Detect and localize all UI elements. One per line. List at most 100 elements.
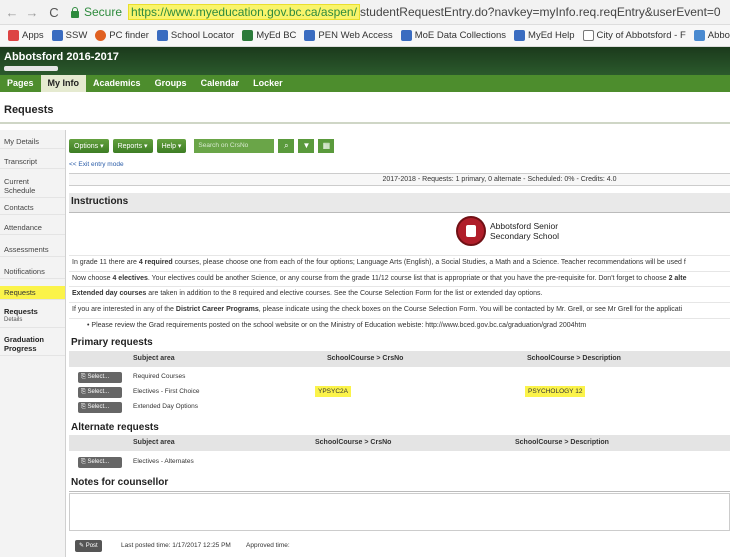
course-description: PSYCHOLOGY 12 [525,386,586,397]
sidebar-item-assessments[interactable]: Assessments [0,243,65,257]
select-button[interactable]: ⎘ Select... [78,457,122,468]
bookmark-abbotsford-senior[interactable]: Abbotsford Senic [693,30,730,41]
bookmark-myed-bc[interactable]: MyEd BC [242,30,296,41]
reload-button[interactable]: C [46,5,62,20]
bookmark-city-abbotsford[interactable]: City of Abbotsford - F [582,30,686,41]
instruction-required: In grade 11 there are 4 required courses… [69,255,730,270]
notes-textarea[interactable] [69,493,730,531]
sidebar-item-notifications[interactable]: Notifications [0,265,65,279]
cloud-icon [400,30,412,41]
logo-line-2: Secondary School [490,231,559,241]
table-row: ⎘ Select... Electives - Alternates [69,456,730,469]
bookmark-pc-finder[interactable]: PC finder [95,30,149,41]
logo-line-1: Abbotsford Senior [490,221,559,231]
notes-heading: Notes for counsellor [69,474,730,492]
site-icon [693,30,705,41]
sidebar-item-attendance[interactable]: Attendance [0,221,65,235]
school-year-title: Abbotsford 2016-2017 [4,51,119,63]
bookmark-pen-web-access[interactable]: PEN Web Access [304,30,393,41]
primary-requests-heading: Primary requests [69,334,730,352]
bookmark-myed-help[interactable]: MyEd Help [514,30,575,41]
search-input[interactable]: Search on CrsNo [194,139,275,153]
bookmark-apps[interactable]: Apps [8,30,44,41]
col-subject-area: Subject area [133,439,175,446]
col-description: SchoolCourse > Description [527,355,621,362]
tab-locker[interactable]: Locker [246,75,290,92]
last-posted-time: Last posted time: 1/17/2017 12:25 PM [121,542,231,549]
tab-academics[interactable]: Academics [86,75,148,92]
forward-button[interactable]: → [24,5,40,20]
globe-icon [156,30,168,41]
search-icon[interactable]: ⌕ [278,139,295,153]
select-button[interactable]: ⎘ Select... [78,402,122,413]
title-divider [0,122,730,124]
url-highlighted: https://www.myeducation.gov.bc.ca/aspen/ [128,4,360,20]
instruction-extended-day: Extended day courses are taken in additi… [69,286,730,301]
app-header: Abbotsford 2016-2017 [0,47,730,75]
tab-pages[interactable]: Pages [0,75,41,92]
sidebar-item-graduation-progress[interactable]: Graduation Progress [0,333,65,356]
reports-menu-button[interactable]: Reports ▾ [112,139,153,153]
cloud-icon [304,30,316,41]
sidebar: My Details Transcript Current Schedule C… [0,130,66,557]
lock-icon [70,6,80,18]
instructions-heading: Instructions [69,193,730,213]
col-crsno: SchoolCourse > CrsNo [315,439,392,446]
filter-icon[interactable]: ▼ [298,139,315,153]
folder-icon [51,30,63,41]
sidebar-item-my-details[interactable]: My Details [0,135,65,149]
grid-view-icon[interactable]: ▦ [318,139,335,153]
table-row: ⎘ Select... Extended Day Options [69,401,730,414]
sidebar-item-requests-details[interactable]: Requests Details [0,305,65,328]
sidebar-item-transcript[interactable]: Transcript [0,155,65,169]
tab-groups[interactable]: Groups [148,75,194,92]
approved-time: Approved time: [246,542,290,549]
apps-grid-icon [8,30,19,41]
sidebar-item-sublabel: Details [4,317,23,323]
notes-footer: ✎ Post Last posted time: 1/17/2017 12:25… [69,538,730,554]
col-crsno: SchoolCourse > CrsNo [327,355,404,362]
col-subject-area: Subject area [133,355,175,362]
instruction-grad-requirements: • Please review the Grad requirements po… [69,318,730,333]
tab-calendar[interactable]: Calendar [194,75,247,92]
myed-icon [242,30,254,41]
instruction-career-programs: If you are interested in any of the Dist… [69,302,730,317]
cloud-icon [514,30,526,41]
main-content: Options ▾ Reports ▾ Help ▾ Search on Crs… [66,130,730,557]
table-row: ⎘ Select... Required Courses [69,371,730,384]
address-field[interactable]: Secure https://www.myeducation.gov.bc.ca… [70,3,721,22]
page-title: Requests [4,104,54,116]
bookmark-school-locator[interactable]: School Locator [156,30,234,41]
instruction-electives: Now choose 4 electives. Your electives c… [69,271,730,286]
url-path: studentRequestEntry.do?navkey=myInfo.req… [359,5,721,19]
bookmark-moe-data[interactable]: MoE Data Collections [400,30,506,41]
toolbar: Options ▾ Reports ▾ Help ▾ Search on Crs… [69,138,335,154]
exit-entry-mode-link[interactable]: << Exit entry mode [69,161,124,168]
col-description: SchoolCourse > Description [515,439,609,446]
tab-my-info[interactable]: My Info [40,75,87,92]
alternate-table-header: Subject area SchoolCourse > CrsNo School… [69,435,730,451]
pc-finder-icon [95,30,107,41]
table-row: ⎘ Select... Electives - First Choice YPS… [69,386,730,399]
redacted-user-name [4,66,58,71]
help-menu-button[interactable]: Help ▾ [156,139,187,153]
options-menu-button[interactable]: Options ▾ [69,139,109,153]
select-button[interactable]: ⎘ Select... [78,372,122,383]
top-nav-tabs: Pages My Info Academics Groups Calendar … [0,75,730,92]
sidebar-item-requests[interactable]: Requests [0,286,65,300]
school-crest-icon [456,216,486,246]
sidebar-item-current-schedule[interactable]: Current Schedule [0,175,65,198]
page-icon [582,30,594,41]
browser-url-bar: ← → C Secure https://www.myeducation.gov… [0,0,730,25]
secure-label: Secure [84,5,123,19]
bookmarks-bar: Apps SSW PC finder School Locator MyEd B… [0,25,730,47]
select-button[interactable]: ⎘ Select... [78,387,122,398]
post-button[interactable]: ✎ Post [75,540,102,552]
sidebar-item-contacts[interactable]: Contacts [0,201,65,215]
course-code: YPSYC2A [315,386,351,397]
school-logo: Abbotsford Senior Secondary School [456,216,559,246]
bookmark-ssw[interactable]: SSW [51,30,87,41]
back-button[interactable]: ← [4,5,20,20]
request-summary: 2017-2018 - Requests: 1 primary, 0 alter… [69,173,730,186]
primary-table-header: Subject area SchoolCourse > CrsNo School… [69,351,730,367]
